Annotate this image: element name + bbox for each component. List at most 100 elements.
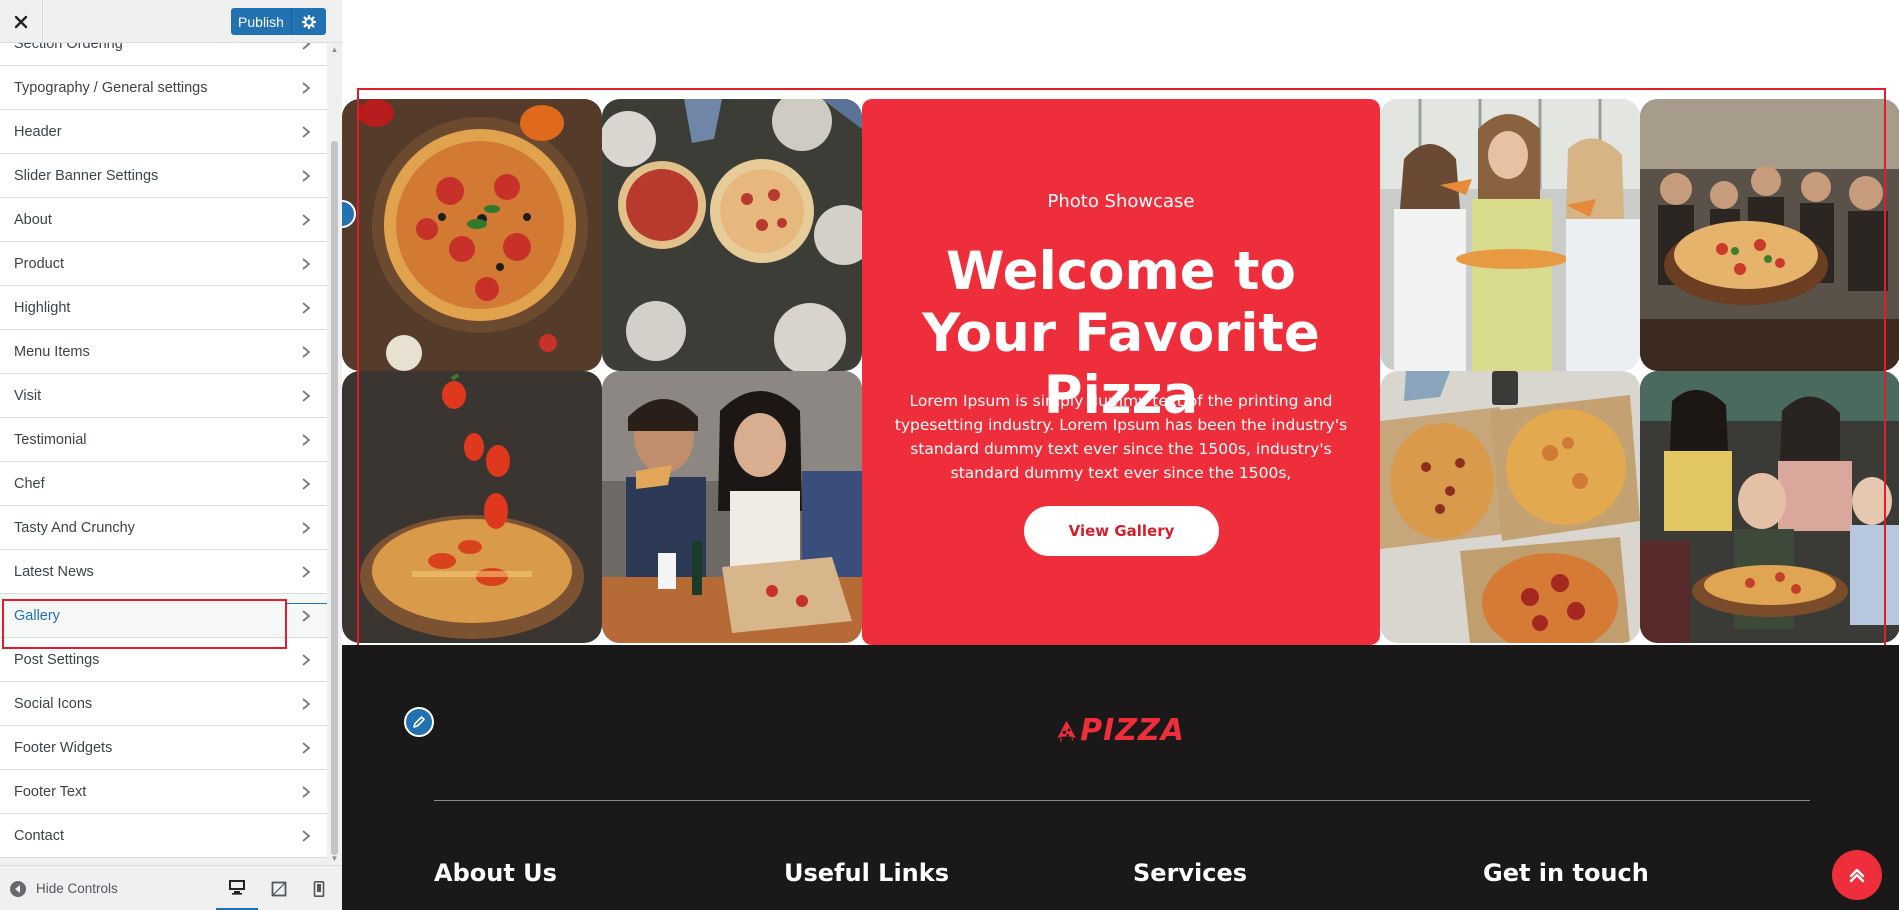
- footer-heading-services: Services: [1133, 859, 1248, 887]
- chevron-right-icon: [302, 609, 311, 622]
- scroll-down-arrow-icon[interactable]: ▼: [330, 854, 339, 863]
- pencil-icon: [413, 716, 425, 728]
- sidebar-item-section-ordering[interactable]: Section Ordering: [0, 43, 327, 66]
- sidebar-item-about[interactable]: About: [0, 198, 327, 242]
- hide-controls-button[interactable]: Hide Controls: [10, 866, 118, 910]
- sidebar-item-label: Footer Widgets: [14, 739, 113, 756]
- footer-heading-get-in-touch: Get in touch: [1483, 859, 1649, 887]
- footer-divider: [434, 800, 1810, 801]
- sidebar-item-label: Header: [14, 123, 62, 140]
- collapse-arrow-icon: [10, 880, 26, 897]
- sidebar-item-tasty-and-crunchy[interactable]: Tasty And Crunchy: [0, 506, 327, 550]
- sidebar-item-social-icons[interactable]: Social Icons: [0, 682, 327, 726]
- close-customizer-button[interactable]: [0, 0, 43, 43]
- hide-controls-label: Hide Controls: [36, 881, 118, 896]
- scroll-up-arrow-icon[interactable]: ▲: [330, 45, 339, 54]
- pizza-slice-icon: [1057, 720, 1076, 742]
- view-gallery-button[interactable]: View Gallery: [1024, 506, 1219, 556]
- sidebar-footer: Hide Controls: [0, 865, 342, 910]
- chevron-right-icon: [302, 345, 311, 358]
- sidebar-item-label: Contact: [14, 827, 64, 844]
- sidebar-item-testimonial[interactable]: Testimonial: [0, 418, 327, 462]
- sidebar-item-slider-banner[interactable]: Slider Banner Settings: [0, 154, 327, 198]
- mobile-icon: [313, 880, 325, 897]
- gallery-photo-women-pizza[interactable]: [1380, 99, 1640, 371]
- sidebar-item-label: Testimonial: [14, 431, 87, 448]
- sidebar-item-label: Section Ordering: [14, 43, 123, 52]
- sidebar-item-gallery[interactable]: Gallery: [0, 594, 327, 638]
- site-preview: Photo Showcase Welcome to Your Favorite …: [342, 0, 1899, 910]
- sidebar-item-label: Post Settings: [14, 651, 100, 668]
- sidebar-header: Publish: [0, 0, 342, 43]
- footer-heading-about: About Us: [434, 859, 557, 887]
- publish-button[interactable]: Publish: [231, 8, 291, 35]
- gallery-intro-card: Photo Showcase Welcome to Your Favorite …: [862, 99, 1380, 645]
- sidebar-item-label: Social Icons: [14, 695, 93, 712]
- sidebar-item-label: Highlight: [14, 299, 71, 316]
- gallery-photo-friends-eating[interactable]: [602, 371, 862, 643]
- gallery-eyebrow: Photo Showcase: [1047, 191, 1195, 212]
- customizer-section-list: Section Ordering Typography / General se…: [0, 43, 327, 865]
- double-chevron-up-icon: [1849, 868, 1865, 883]
- chevron-right-icon: [302, 389, 311, 402]
- edit-shortcut-footer[interactable]: [404, 707, 434, 737]
- sidebar-item-label: Gallery: [14, 607, 60, 624]
- publish-settings-button[interactable]: [291, 8, 326, 35]
- gallery-photo-pizza-table[interactable]: [602, 99, 862, 371]
- gallery-photo-group-outdoor[interactable]: [1640, 99, 1899, 371]
- chevron-right-icon: [302, 125, 311, 138]
- customizer-sidebar: Publish Section Ordering Typography / Ge…: [0, 0, 342, 910]
- site-logo[interactable]: PIZZA: [1055, 707, 1185, 753]
- logo-text: PIZZA: [1080, 712, 1185, 748]
- chevron-right-icon: [302, 81, 311, 94]
- scroll-to-top-button[interactable]: [1832, 850, 1882, 900]
- gallery-photo-group-sharing[interactable]: [1640, 371, 1899, 643]
- chevron-right-icon: [302, 433, 311, 446]
- sidebar-item-contact[interactable]: Contact: [0, 814, 327, 858]
- sidebar-item-label: Slider Banner Settings: [14, 167, 159, 184]
- publish-group: Publish: [231, 8, 326, 35]
- sidebar-item-post-settings[interactable]: Post Settings: [0, 638, 327, 682]
- sidebar-item-footer-widgets[interactable]: Footer Widgets: [0, 726, 327, 770]
- site-footer: PIZZA About Us Useful Links Services Get…: [342, 645, 1899, 910]
- gallery-description: Lorem Ipsum is simply dummy text of the …: [894, 392, 1348, 482]
- active-section-divider: [287, 603, 327, 604]
- sidebar-item-typography[interactable]: Typography / General settings: [0, 66, 327, 110]
- chevron-right-icon: [302, 169, 311, 182]
- scrollbar-thumb[interactable]: [331, 141, 338, 855]
- sidebar-item-product[interactable]: Product: [0, 242, 327, 286]
- sidebar-item-header[interactable]: Header: [0, 110, 327, 154]
- desktop-icon: [229, 880, 245, 895]
- sidebar-item-chef[interactable]: Chef: [0, 462, 327, 506]
- sidebar-item-label: Menu Items: [14, 343, 90, 360]
- preview-mobile-button[interactable]: [298, 866, 340, 910]
- sidebar-item-menu-items[interactable]: Menu Items: [0, 330, 327, 374]
- chevron-right-icon: [302, 785, 311, 798]
- chevron-right-icon: [302, 301, 311, 314]
- preview-tablet-button[interactable]: [258, 866, 300, 910]
- gallery-photo-pizza-board[interactable]: [342, 99, 602, 371]
- gallery-photo-pizza-peppers[interactable]: [342, 371, 602, 643]
- tablet-icon: [271, 881, 287, 896]
- gallery-photo-pizza-boxes[interactable]: [1380, 371, 1640, 643]
- chevron-right-icon: [302, 477, 311, 490]
- chevron-right-icon: [302, 521, 311, 534]
- sidebar-scrollbar[interactable]: ▲ ▼: [327, 43, 342, 865]
- sidebar-item-label: Tasty And Crunchy: [14, 519, 135, 536]
- chevron-right-icon: [302, 565, 311, 578]
- sidebar-item-label: Product: [14, 255, 64, 272]
- sidebar-item-label: Footer Text: [14, 783, 87, 800]
- close-icon: [14, 15, 28, 28]
- preview-desktop-button[interactable]: [216, 866, 258, 910]
- chevron-right-icon: [302, 741, 311, 754]
- chevron-right-icon: [302, 653, 311, 666]
- sidebar-item-highlight[interactable]: Highlight: [0, 286, 327, 330]
- chevron-right-icon: [302, 829, 311, 842]
- sidebar-item-visit[interactable]: Visit: [0, 374, 327, 418]
- sidebar-item-footer-text[interactable]: Footer Text: [0, 770, 327, 814]
- chevron-right-icon: [302, 213, 311, 226]
- sidebar-item-label: Typography / General settings: [14, 79, 208, 96]
- sidebar-item-latest-news[interactable]: Latest News: [0, 550, 327, 594]
- footer-heading-useful-links: Useful Links: [784, 859, 950, 887]
- sidebar-item-label: About: [14, 211, 52, 228]
